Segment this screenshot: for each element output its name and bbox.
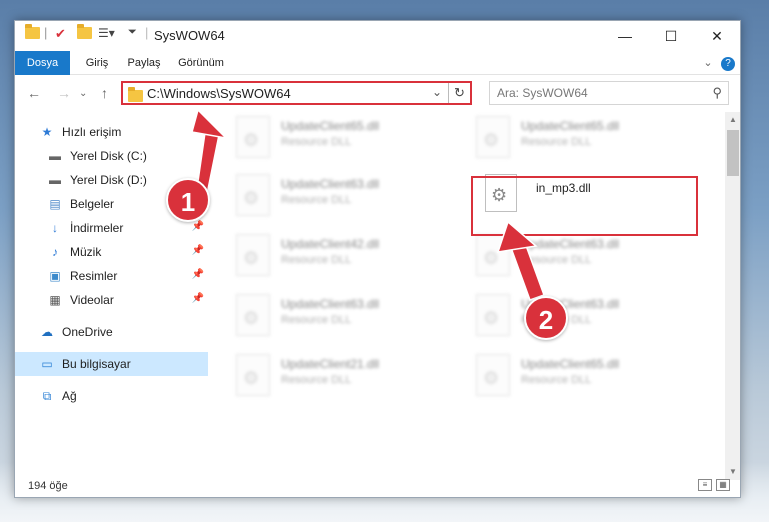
- step-2-badge: 2: [524, 296, 568, 340]
- annotation-arrows: [191, 108, 545, 301]
- arrow-2: [496, 220, 545, 301]
- step-1-badge: 1: [166, 178, 210, 222]
